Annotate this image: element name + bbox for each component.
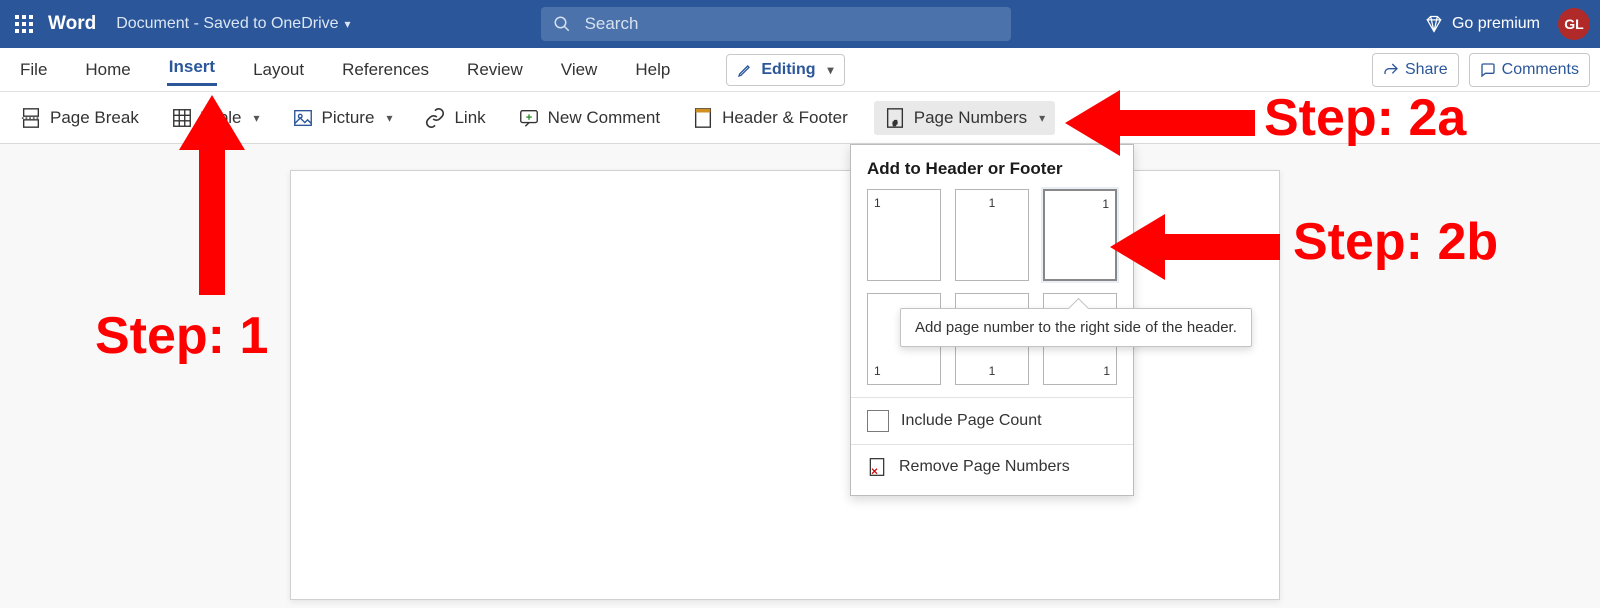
annotation-label-step2b: Step: 2b	[1293, 216, 1498, 268]
page-numbers-icon: #	[884, 107, 906, 129]
share-label: Share	[1405, 61, 1448, 79]
editing-label: Editing	[761, 61, 815, 79]
page-break-label: Page Break	[50, 108, 139, 128]
tooltip: Add page number to the right side of the…	[900, 308, 1252, 347]
picture-button[interactable]: Picture ▾	[286, 103, 399, 133]
tab-review[interactable]: Review	[465, 56, 525, 84]
chevron-down-icon: ▾	[828, 63, 834, 77]
header-footer-label: Header & Footer	[722, 108, 848, 128]
chevron-down-icon: ▾	[386, 111, 392, 125]
go-premium-button[interactable]: Go premium	[1424, 14, 1540, 34]
remove-icon	[867, 457, 887, 477]
annotation-arrow-step1	[179, 95, 245, 295]
annotation-label-step2a: Step: 2a	[1264, 92, 1466, 144]
tab-help[interactable]: Help	[633, 56, 672, 84]
header-footer-icon	[692, 107, 714, 129]
tab-view[interactable]: View	[559, 56, 600, 84]
search-input[interactable]: Search	[541, 7, 1011, 41]
tab-references[interactable]: References	[340, 56, 431, 84]
include-page-count-label: Include Page Count	[901, 412, 1042, 430]
link-label: Link	[454, 108, 485, 128]
share-icon	[1383, 62, 1399, 78]
tab-home[interactable]: Home	[83, 56, 132, 84]
chevron-down-icon: ▾	[345, 17, 351, 31]
editing-mode-dropdown[interactable]: Editing ▾	[726, 54, 844, 86]
chevron-down-icon: ▾	[253, 111, 259, 125]
remove-page-numbers-label: Remove Page Numbers	[899, 458, 1070, 476]
page-break-icon	[20, 107, 42, 129]
chevron-down-icon: ▾	[1039, 111, 1045, 125]
search-placeholder: Search	[585, 14, 639, 34]
title-bar: Word Document - Saved to OneDrive ▾ Sear…	[0, 0, 1600, 48]
annotation-arrow-step2a	[1065, 90, 1255, 156]
avatar[interactable]: GL	[1558, 8, 1590, 40]
svg-text:#: #	[893, 118, 898, 127]
comment-icon	[1480, 62, 1496, 78]
page-numbers-label: Page Numbers	[914, 108, 1027, 128]
premium-diamond-icon	[1424, 14, 1444, 34]
tab-insert[interactable]: Insert	[167, 53, 217, 86]
pen-icon	[737, 62, 753, 78]
annotation-arrow-step2b	[1110, 214, 1280, 280]
app-name: Word	[48, 13, 96, 35]
comments-label: Comments	[1502, 61, 1579, 79]
tab-layout[interactable]: Layout	[251, 56, 306, 84]
avatar-initials: GL	[1564, 16, 1583, 32]
new-comment-icon	[518, 107, 540, 129]
page-numbers-button[interactable]: # Page Numbers ▾	[874, 101, 1055, 135]
comments-button[interactable]: Comments	[1469, 53, 1590, 87]
checkbox-icon	[867, 410, 889, 432]
document-status-text: Document - Saved to OneDrive	[116, 15, 338, 33]
picture-icon	[292, 107, 314, 129]
header-left-option[interactable]: 1	[867, 189, 941, 281]
app-launcher-icon[interactable]	[0, 15, 48, 33]
new-comment-button[interactable]: New Comment	[512, 103, 666, 133]
tooltip-text: Add page number to the right side of the…	[915, 319, 1237, 336]
header-footer-button[interactable]: Header & Footer	[686, 103, 854, 133]
new-comment-label: New Comment	[548, 108, 660, 128]
annotation-label-step1: Step: 1	[95, 310, 268, 362]
go-premium-label: Go premium	[1452, 15, 1540, 33]
include-page-count-checkbox[interactable]: Include Page Count	[851, 397, 1133, 444]
tab-file[interactable]: File	[18, 56, 49, 84]
link-button[interactable]: Link	[418, 103, 491, 133]
share-button[interactable]: Share	[1372, 53, 1459, 87]
menu-tabs: File Home Insert Layout References Revie…	[0, 48, 1600, 92]
search-icon	[553, 15, 571, 33]
header-right-option[interactable]: 1	[1043, 189, 1117, 281]
remove-page-numbers-button[interactable]: Remove Page Numbers	[851, 444, 1133, 489]
picture-label: Picture	[322, 108, 375, 128]
document-title-dropdown[interactable]: Document - Saved to OneDrive ▾	[116, 15, 350, 33]
header-center-option[interactable]: 1	[955, 189, 1029, 281]
header-position-row: 1 1 1	[851, 189, 1133, 293]
link-icon	[424, 107, 446, 129]
page-break-button[interactable]: Page Break	[14, 103, 145, 133]
